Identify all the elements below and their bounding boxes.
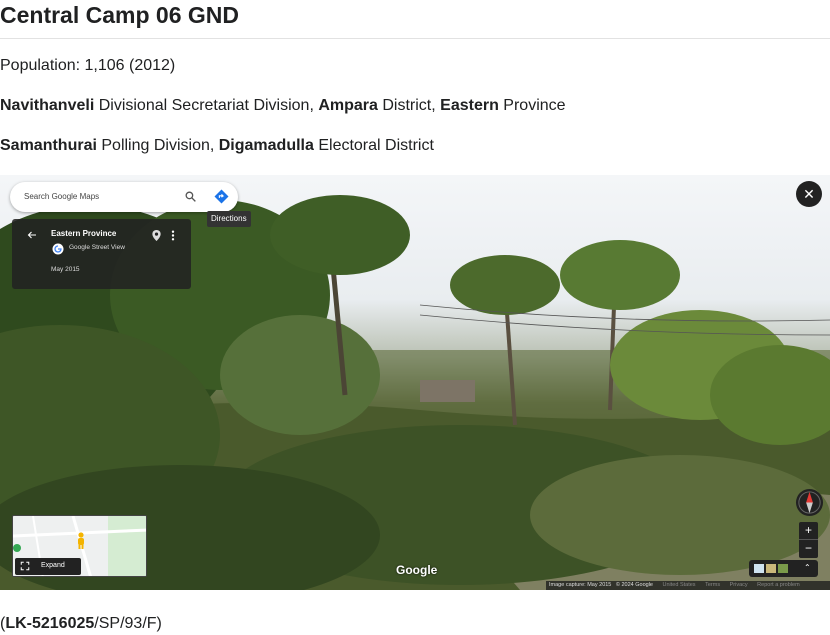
layers-control[interactable]: ⌃ — [749, 560, 818, 577]
page-title: Central Camp 06 GND — [0, 0, 830, 39]
expand-button[interactable]: Expand — [15, 558, 81, 575]
electoral-district-suffix: Electoral District — [313, 137, 434, 154]
district-name: Ampara — [318, 97, 378, 114]
zoom-in-button[interactable]: + — [799, 522, 818, 540]
polling-division-suffix: Polling Division, — [96, 137, 219, 154]
arrow-left-icon[interactable] — [26, 229, 38, 241]
electoral-line: Samanthurai Polling Division, Digamadull… — [0, 136, 434, 156]
district-suffix: District, — [377, 97, 441, 114]
ds-division-suffix: Divisional Secretariat Division, — [94, 97, 319, 114]
directions-tooltip: Directions — [207, 211, 251, 227]
report-problem-link[interactable]: Report a problem — [757, 582, 800, 588]
imagery-source: Google Street View — [69, 244, 125, 251]
layers-icon[interactable] — [754, 564, 790, 573]
zoom-out-button[interactable]: − — [799, 540, 818, 558]
gnd-code: LK-5216025 — [5, 615, 95, 632]
gnd-code-line: (LK-5216025/SP/93/F) — [0, 614, 162, 634]
province-name: Eastern — [440, 97, 499, 114]
ds-division-name: Navithanveli — [0, 97, 95, 114]
close-icon[interactable]: ✕ — [796, 181, 822, 207]
map-pin-icon[interactable] — [151, 229, 162, 242]
capture-date-attribution: Image capture: May 2015 — [549, 582, 612, 588]
country-link[interactable]: United States — [663, 582, 696, 588]
polling-division-name: Samanthurai — [0, 137, 97, 154]
maps-search-box[interactable]: Search Google Maps — [10, 182, 238, 212]
compass-icon[interactable] — [795, 488, 824, 517]
capture-date[interactable]: May 2015 — [51, 266, 80, 273]
electoral-district-name: Digamadulla — [218, 137, 314, 154]
terms-link[interactable]: Terms — [705, 582, 720, 588]
place-title: Eastern Province — [51, 229, 117, 238]
more-vert-icon[interactable] — [170, 229, 176, 242]
gnd-code-rest: /SP/93/F) — [94, 615, 162, 632]
collapse-chevron-icon[interactable]: ⌃ — [804, 563, 811, 572]
expand-label: Expand — [41, 562, 65, 569]
population-line: Population: 1,106 (2012) — [0, 57, 176, 74]
street-view-info-card: Eastern Province Google Street View May … — [12, 219, 191, 289]
google-logo: Google — [396, 563, 438, 577]
search-icon[interactable] — [184, 190, 197, 203]
privacy-link[interactable]: Privacy — [730, 582, 748, 588]
pegman-icon[interactable] — [75, 532, 87, 550]
fullscreen-icon — [20, 561, 30, 571]
minimap[interactable]: Expand — [12, 515, 147, 577]
search-placeholder: Search Google Maps — [24, 192, 100, 201]
division-line: Navithanveli Divisional Secretariat Divi… — [0, 96, 566, 116]
street-view-embed[interactable]: Search Google Maps Directions Eastern Pr… — [0, 175, 830, 590]
google-g-icon — [52, 243, 64, 255]
directions-icon[interactable] — [213, 188, 230, 205]
copyright: © 2024 Google — [615, 582, 653, 588]
attribution-bar: Image capture: May 2015 © 2024 Google Un… — [546, 581, 830, 590]
province-suffix: Province — [498, 97, 566, 114]
zoom-control: + − — [799, 522, 818, 558]
